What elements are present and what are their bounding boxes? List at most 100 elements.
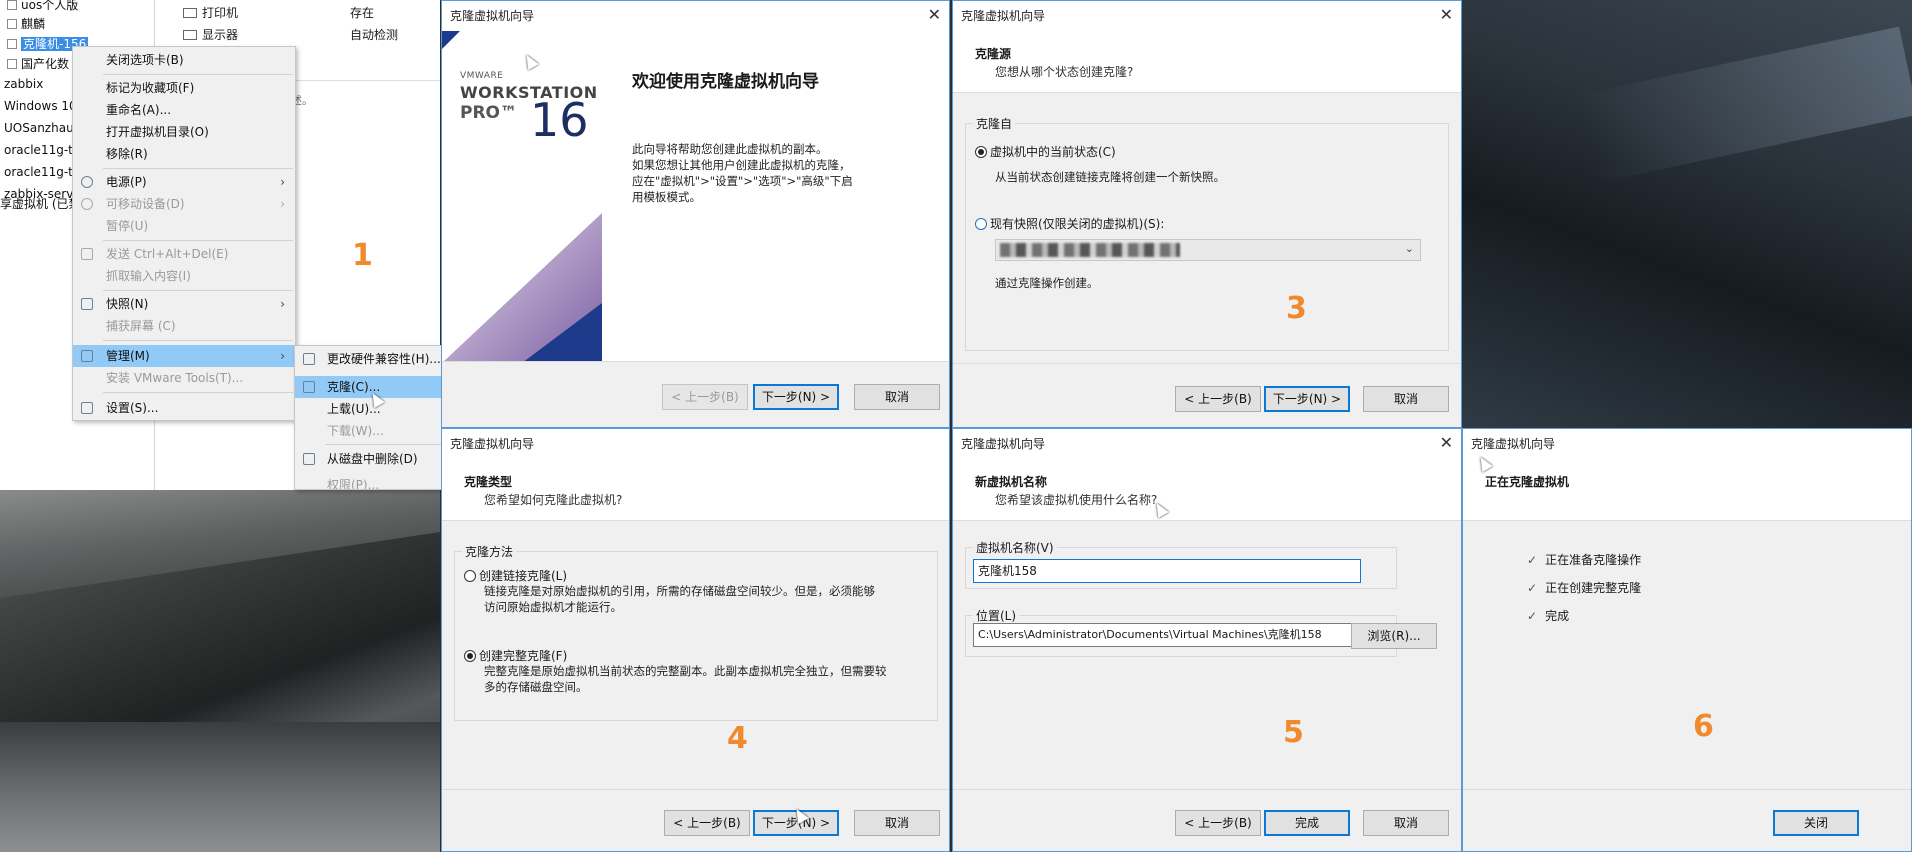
clone-icon (303, 381, 315, 393)
menu-snapshot[interactable]: 快照(N) › (73, 293, 295, 315)
radio-current-state[interactable]: 虚拟机中的当前状态(C) (975, 143, 1116, 160)
dialog-footer: < 上一步(B) 下一步(N) > 取消 (442, 361, 949, 427)
group-label: 克隆方法 (462, 543, 517, 560)
menu-settings[interactable]: 设置(S)... (73, 397, 295, 419)
cancel-button[interactable]: 取消 (854, 384, 940, 410)
menu-rename[interactable]: 重命名(A)... (73, 99, 295, 121)
device-display[interactable]: 显示器 (183, 26, 238, 44)
back-button[interactable]: < 上一步(B) (1175, 810, 1261, 836)
menu-hw-compat[interactable]: 更改硬件兼容性(H)... (295, 348, 441, 370)
menu-capture-screen: 捕获屏幕 (C) (106, 319, 176, 333)
back-button[interactable]: < 上一步(B) (1175, 386, 1261, 412)
dialog-header: 克隆类型 您希望如何克隆此虚拟机? (442, 459, 949, 521)
radio-label: 创建链接克隆(L) (479, 569, 568, 583)
chevron-right-icon: › (280, 175, 285, 189)
location-input[interactable]: C:\Users\Administrator\Documents\Virtual… (973, 623, 1361, 647)
library-item[interactable]: UOSanzhau (4, 118, 74, 138)
section-subheading: 您想从哪个状态创建克隆? (995, 65, 1134, 79)
vm-checkbox[interactable] (7, 0, 17, 10)
menu-label: 发送 Ctrl+Alt+Del(E) (106, 247, 229, 261)
manage-submenu: 更改硬件兼容性(H)... 克隆(C)... 上载(U)... 下载(W)...… (294, 345, 442, 490)
menu-remove[interactable]: 移除(R) (73, 143, 295, 165)
dialog-footer: < 上一步(B) 完成 取消 (953, 789, 1461, 851)
radio-linked-clone[interactable]: 创建链接克隆(L) (464, 567, 567, 584)
cancel-button[interactable]: 取消 (854, 810, 940, 836)
checkmark-icon: ✓ (1527, 581, 1538, 595)
library-item[interactable]: uos个人版 (0, 0, 78, 15)
close-button[interactable]: 关闭 (1773, 810, 1859, 836)
task-label: 正在准备克隆操作 (1545, 553, 1642, 567)
vm-checkbox[interactable] (7, 39, 17, 49)
wallpaper-streak (1576, 26, 1912, 184)
settings-icon (81, 402, 93, 414)
menu-download: 下载(W)... (327, 424, 384, 438)
menu-upload[interactable]: 上载(U)... (295, 398, 441, 420)
delete-icon (303, 453, 315, 465)
dialog-title: 克隆虚拟机向导 (953, 1, 1461, 31)
desktop-wallpaper (0, 490, 440, 852)
back-button[interactable]: < 上一步(B) (664, 810, 750, 836)
menu-send-cad: 发送 Ctrl+Alt+Del(E) (73, 243, 295, 265)
radio-label: 创建完整克隆(F) (479, 649, 568, 663)
menu-favorite[interactable]: 标记为收藏项(F) (73, 77, 295, 99)
close-icon[interactable]: ✕ (1440, 6, 1453, 24)
snapshot-note: 通过克隆操作创建。 (995, 276, 1099, 290)
radio-dot[interactable] (464, 570, 476, 582)
library-item[interactable]: zabbix (4, 74, 43, 94)
dialog-title: 克隆虚拟机向导 (1463, 429, 1911, 459)
radio-existing-snapshot[interactable]: 现有快照(仅限关闭的虚拟机)(S): (975, 215, 1164, 232)
menu-delete-disk[interactable]: 从磁盘中删除(D) (295, 448, 441, 470)
desktop-wallpaper-top-right (1462, 0, 1912, 430)
context-menu: 关闭选项卡(B) 标记为收藏项(F) 重命名(A)... 打开虚拟机目录(O) … (72, 46, 296, 421)
menu-power[interactable]: 电源(P) › (73, 171, 295, 193)
menu-label: 设置(S)... (106, 401, 159, 415)
browse-button[interactable]: 浏览(R)... (1351, 623, 1437, 649)
library-item-label: 麒麟 (21, 17, 46, 31)
finish-button[interactable]: 完成 (1264, 810, 1350, 836)
library-item[interactable]: oracle11g-t (4, 140, 73, 160)
close-icon[interactable]: ✕ (928, 6, 941, 24)
library-item[interactable]: oracle11g-t (4, 162, 73, 182)
menu-manage[interactable]: 管理(M) › (73, 345, 295, 367)
menu-close-tab[interactable]: 关闭选项卡(B) (73, 49, 295, 71)
vm-checkbox[interactable] (7, 19, 17, 29)
menu-install-tools: 安装 VMware Tools(T)... (106, 371, 244, 385)
dialog-title: 克隆虚拟机向导 (442, 429, 949, 459)
welcome-line: 此向导将帮助您创建此虚拟机的副本。 (632, 142, 828, 156)
wizard-clone-type-dialog: 克隆虚拟机向导 克隆类型 您希望如何克隆此虚拟机? 克隆方法 创建链接克隆(L)… (441, 428, 950, 852)
radio-full-clone[interactable]: 创建完整克隆(F) (464, 647, 567, 664)
menu-label: 电源(P) (106, 175, 147, 189)
note-line: 访问原始虚拟机才能运行。 (484, 600, 622, 614)
chevron-right-icon: › (280, 349, 285, 363)
dialog-footer: 关闭 (1463, 789, 1911, 851)
library-item[interactable]: 国产化数 (0, 54, 69, 74)
vmware-logo-art: VMWARE WORKSTATION PRO™ 16 (442, 31, 602, 363)
step-number-6: 6 (1693, 709, 1714, 744)
radio-dot[interactable] (975, 146, 987, 158)
radio-dot[interactable] (464, 650, 476, 662)
menu-label: 管理(M) (106, 349, 150, 363)
vm-checkbox[interactable] (7, 59, 17, 69)
cancel-button[interactable]: 取消 (1363, 386, 1449, 412)
location-label: 位置(L) (973, 607, 1020, 624)
welcome-body: 此向导将帮助您创建此虚拟机的副本。 如果您想让其他用户创建此虚拟机的克隆， 应在… (632, 141, 853, 205)
device-printer[interactable]: 打印机 (183, 4, 238, 22)
close-icon[interactable]: ✕ (1440, 434, 1453, 452)
snapshot-dropdown[interactable]: ⌄ (995, 239, 1421, 261)
vm-name-input[interactable]: 克隆机158 (973, 559, 1361, 583)
menu-label: 可移动设备(D) (106, 197, 185, 211)
library-item-label: UOSanzhau (4, 121, 74, 135)
cancel-button[interactable]: 取消 (1363, 810, 1449, 836)
keyboard-icon (81, 248, 93, 260)
wallpaper-floor (0, 722, 440, 852)
library-item[interactable]: 麒麟 (0, 14, 45, 34)
library-item[interactable]: Windows 10 (4, 96, 77, 116)
radio-dot[interactable] (975, 218, 987, 230)
step-number-5: 5 (1283, 715, 1304, 750)
back-button[interactable]: < 上一步(B) (662, 384, 748, 410)
library-item[interactable]: 享虚拟机 (已禁 (0, 194, 81, 214)
menu-label: 快照(N) (106, 297, 149, 311)
next-button[interactable]: 下一步(N) > (753, 384, 839, 410)
menu-open-dir[interactable]: 打开虚拟机目录(O) (73, 121, 295, 143)
next-button[interactable]: 下一步(N) > (1264, 386, 1350, 412)
